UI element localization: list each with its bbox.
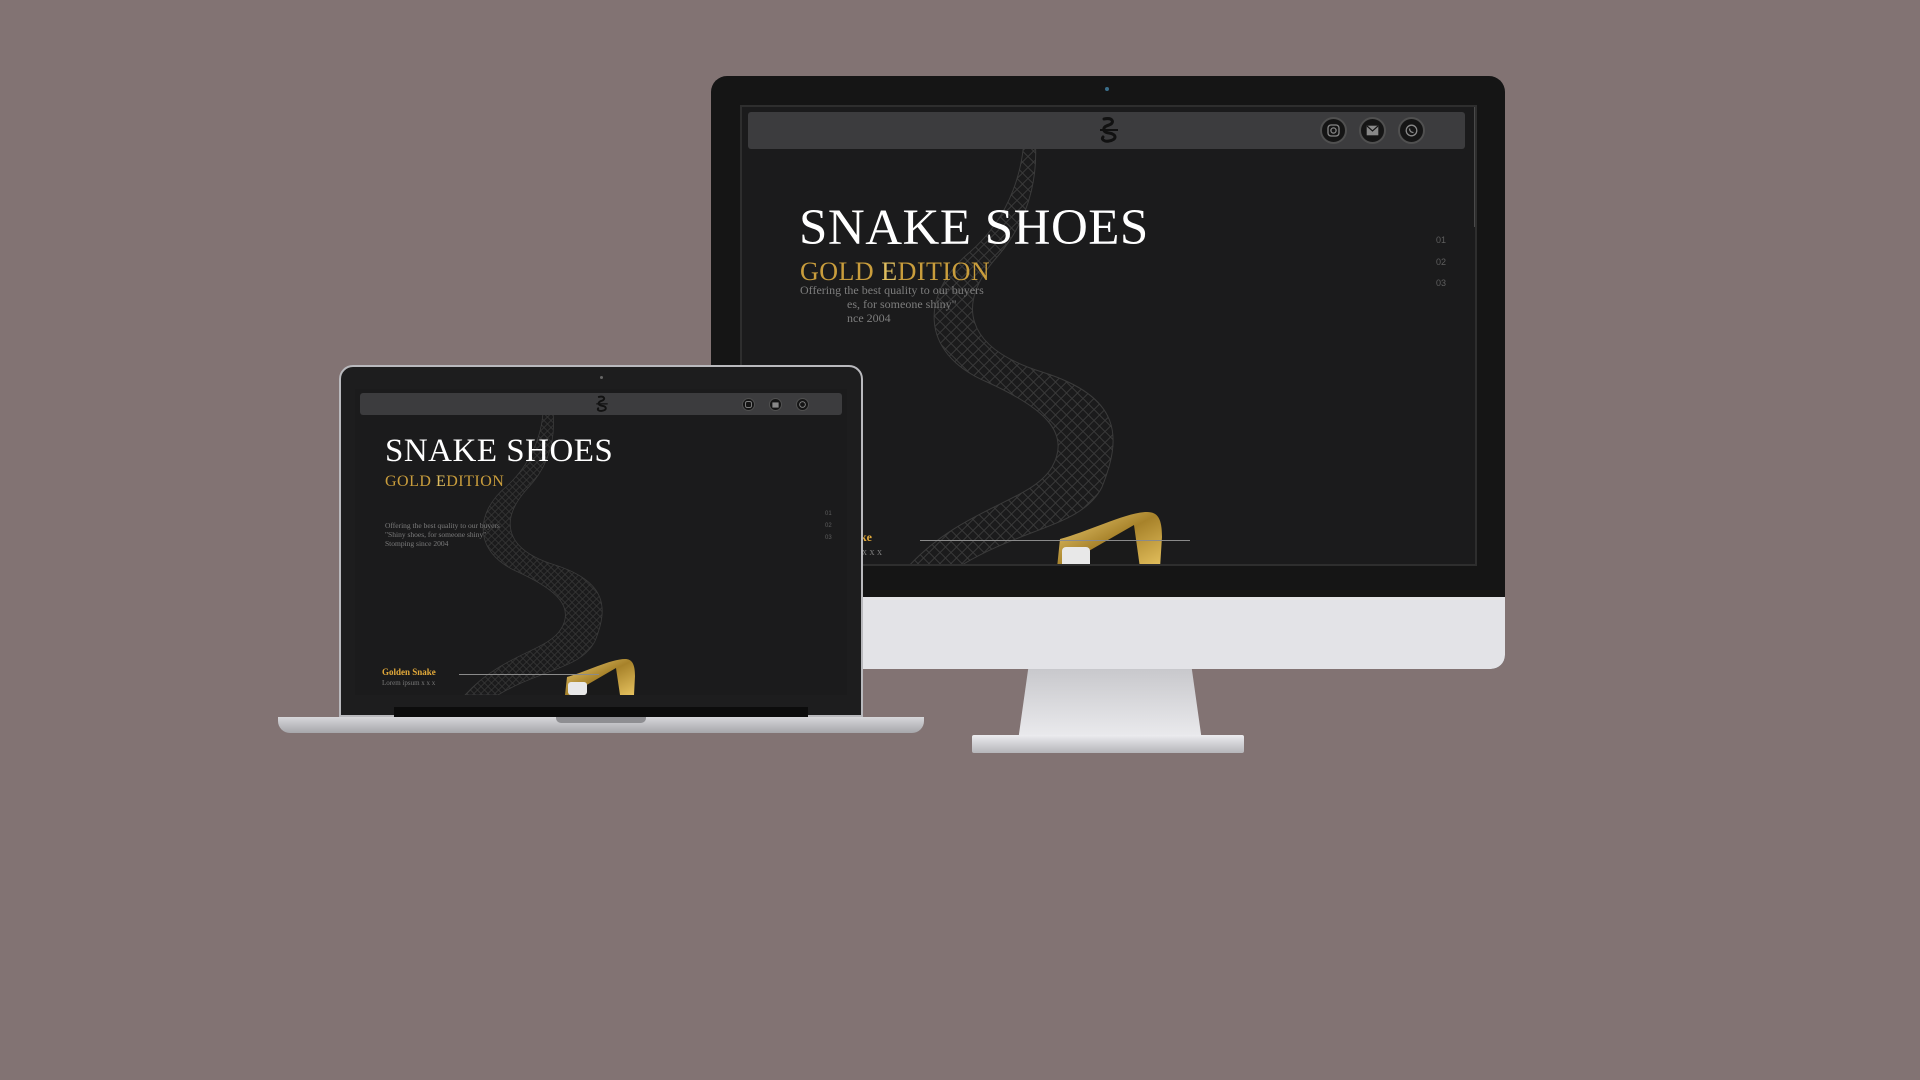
slide-indicator-1[interactable]: 01 [1436, 235, 1446, 245]
hero-title: SNAKE SHOES [799, 200, 1149, 256]
subtitle-edition: DITION [446, 473, 505, 490]
subtitle-e: E [435, 473, 447, 490]
hero-title: SNAKE SHOES [385, 433, 614, 469]
slide-indicator-1[interactable]: 01 [825, 511, 832, 517]
tagline-line-3: Stomping since 2004 [385, 539, 449, 548]
subtitle-e: E [881, 257, 898, 286]
product-divider [920, 540, 1190, 541]
tagline-line-2: "Shiny shoes, for someone shiny" [385, 530, 487, 539]
monitor-camera [1105, 87, 1109, 91]
slide-indicator-3[interactable]: 03 [825, 535, 832, 541]
monitor-stand-base [972, 735, 1244, 753]
gold-shoe-image [1057, 512, 1162, 564]
monitor-stand [1018, 669, 1202, 735]
tagline-line-3: nce 2004 [847, 311, 891, 325]
slide-indicator-3[interactable]: 03 [1436, 278, 1446, 288]
navbar [360, 393, 842, 415]
scrollbar[interactable] [1474, 107, 1475, 227]
snake-logo-icon[interactable] [593, 395, 611, 414]
tagline-line-1: Offering the best quality to our buyers [800, 283, 984, 297]
gold-shoe-image [565, 659, 635, 695]
product-name[interactable]: Golden Snake [382, 667, 436, 677]
whatsapp-icon[interactable] [796, 398, 809, 411]
navbar [748, 112, 1465, 149]
laptop-hinge [394, 707, 808, 717]
mail-icon[interactable] [769, 398, 782, 411]
subtitle-gold: GOLD [385, 473, 436, 490]
hero-subtitle: GOLD EDITION [385, 473, 504, 491]
subtitle-edition: DITION [897, 257, 991, 286]
mail-icon[interactable] [1359, 117, 1386, 144]
subtitle-gold: GOLD [800, 257, 882, 286]
tagline-line-2: es, for someone shiny" [847, 297, 957, 311]
whatsapp-icon[interactable] [1398, 117, 1425, 144]
product-description: x x x [862, 547, 882, 558]
instagram-icon[interactable] [742, 398, 755, 411]
snake-logo-icon[interactable] [1095, 116, 1123, 146]
slide-indicator-2[interactable]: 02 [1436, 257, 1446, 267]
product-description: Lorem ipsum x x x [382, 679, 436, 687]
laptop-notch [556, 717, 646, 723]
laptop-screen: SNAKE SHOES GOLD EDITION Offering the be… [355, 389, 847, 695]
product-divider [459, 674, 599, 675]
laptop-camera [600, 376, 603, 379]
instagram-icon[interactable] [1320, 117, 1347, 144]
slide-indicator-2[interactable]: 02 [825, 523, 832, 529]
tagline-line-1: Offering the best quality to our buyers [385, 521, 500, 530]
